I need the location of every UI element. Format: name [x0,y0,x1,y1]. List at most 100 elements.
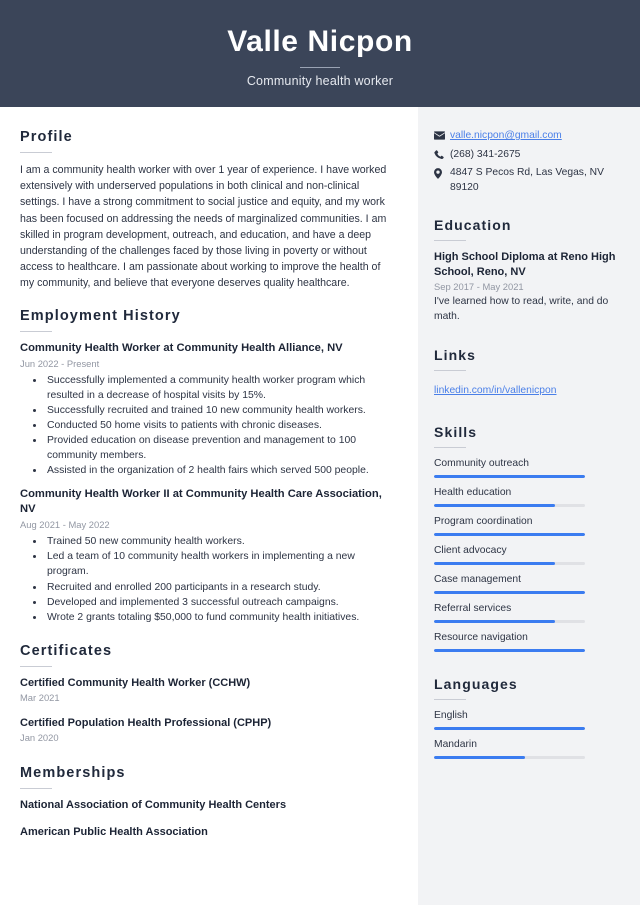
skill-bar-fill [434,533,585,537]
education-date: Sep 2017 - May 2021 [434,281,524,293]
job-bullet: Trained 50 new community health workers. [45,534,390,549]
skill-bar-fill [434,504,555,508]
language-bar-track [434,727,585,731]
certificate-entry: Certified Population Health Professional… [20,716,390,745]
skill-bar-track [434,620,585,624]
section-skills: Skills Community outreach Health educati… [434,424,618,653]
employment-heading: Employment History [20,307,181,324]
job-bullet: Assisted in the organization of 2 health… [45,463,390,478]
job-bullet: Successfully recruited and trained 10 ne… [45,403,390,418]
skill-bar-fill [434,562,555,566]
profile-text: I am a community health worker with over… [20,164,387,290]
job-bullet: Wrote 2 grants totaling $50,000 to fund … [45,610,390,625]
linkedin-link[interactable]: linkedin.com/in/vallenicpon [434,385,557,396]
resume-body: Profile I am a community health worker w… [0,107,640,905]
job-title: Community Health Worker II at Community … [20,488,382,516]
section-certificates: Certificates Certified Community Health … [20,643,390,745]
job-date: Aug 2021 - May 2022 [20,519,110,531]
skill-bar-fill [434,649,585,653]
resume-header: Valle Nicpon Community health worker [0,0,640,107]
candidate-job-title: Community health worker [246,73,394,88]
skills-heading: Skills [434,424,478,441]
memberships-heading: Memberships [20,764,126,781]
heading-rule [434,369,466,371]
skill-bar-fill [434,475,585,479]
certificate-title: Certified Population Health Professional… [20,716,272,729]
resume-page: Valle Nicpon Community health worker Pro… [0,0,640,905]
section-education: Education High School Diploma at Reno Hi… [434,217,618,324]
section-employment-history: Employment History Community Health Work… [20,308,390,625]
job-bullet-list: Trained 50 new community health workers.… [20,534,390,625]
heading-rule [20,665,52,667]
heading-rule [434,447,466,449]
language-bar-fill [434,756,525,760]
skill-label: Client advocacy [434,545,507,557]
job-bullet: Developed and implemented 3 successful o… [45,595,390,610]
certificate-title: Certified Community Health Worker (CCHW) [20,676,251,689]
section-profile: Profile I am a community health worker w… [20,129,390,292]
section-memberships: Memberships National Association of Comm… [20,765,390,840]
language-label: Mandarin [434,739,477,751]
profile-heading: Profile [20,129,73,145]
header-divider [300,66,340,68]
certificate-date: Jan 2020 [20,731,59,743]
section-links: Links linkedin.com/in/vallenicpon [434,347,618,399]
membership-entry: American Public Health Association [20,825,208,838]
certificate-entry: Certified Community Health Worker (CCHW)… [20,676,390,705]
skill-label: Referral services [434,603,512,615]
location-pin-icon [434,166,450,179]
skill-label: Community outreach [434,458,529,470]
heading-rule [20,787,52,789]
skill-item: Referral services [434,602,618,624]
job-bullet-list: Successfully implemented a community hea… [20,373,390,479]
education-description: I've learned how to read, write, and do … [434,296,609,322]
email-link[interactable]: valle.nicpon@gmail.com [450,129,562,144]
skill-label: Program coordination [434,516,533,528]
job-title: Community Health Worker at Community Hea… [20,341,343,354]
job-bullet: Successfully implemented a community hea… [45,373,390,403]
language-label: English [434,710,468,722]
certificates-heading: Certificates [20,642,113,659]
skill-item: Case management [434,573,618,595]
skill-label: Resource navigation [434,632,528,644]
contact-row-email: valle.nicpon@gmail.com [434,129,618,144]
job-bullet: Conducted 50 home visits to patients wit… [45,418,390,433]
employment-entry: Community Health Worker at Community Hea… [20,341,390,479]
skill-bar-fill [434,620,555,624]
certificate-date: Mar 2021 [20,691,60,703]
languages-heading: Languages [434,676,518,693]
phone-icon [434,148,450,160]
employment-entry: Community Health Worker II at Community … [20,487,390,625]
skill-bar-track [434,562,585,566]
skill-bar-fill [434,591,585,595]
job-bullet: Led a team of 10 community health worker… [45,549,390,579]
language-bar-track [434,756,585,760]
skill-item: Health education [434,486,618,508]
sidebar-column: valle.nicpon@gmail.com (268) 341-2675 48… [418,107,640,905]
skill-bar-track [434,504,585,508]
address-text: 4847 S Pecos Rd, Las Vegas, NV 89120 [450,167,604,193]
skill-item: Resource navigation [434,631,618,653]
skill-label: Health education [434,487,512,499]
skill-bar-track [434,533,585,537]
skill-bar-track [434,475,585,479]
heading-rule [20,330,52,332]
membership-entry: National Association of Community Health… [20,798,287,811]
language-item: English [434,709,618,731]
heading-rule [434,699,466,701]
job-bullet: Recruited and enrolled 200 participants … [45,580,390,595]
skill-item: Community outreach [434,457,618,479]
education-heading: Education [434,217,512,234]
skill-item: Client advocacy [434,544,618,566]
skill-item: Program coordination [434,515,618,537]
section-languages: Languages English Mandarin [434,676,618,760]
language-item: Mandarin [434,738,618,760]
contact-list: valle.nicpon@gmail.com (268) 341-2675 48… [434,129,618,195]
contact-row-phone: (268) 341-2675 [434,148,618,163]
education-entry: High School Diploma at Reno High School,… [434,250,618,324]
links-heading: Links [434,346,477,363]
skill-bar-track [434,649,585,653]
skill-bar-track [434,591,585,595]
language-bar-fill [434,727,585,731]
main-column: Profile I am a community health worker w… [0,107,418,905]
